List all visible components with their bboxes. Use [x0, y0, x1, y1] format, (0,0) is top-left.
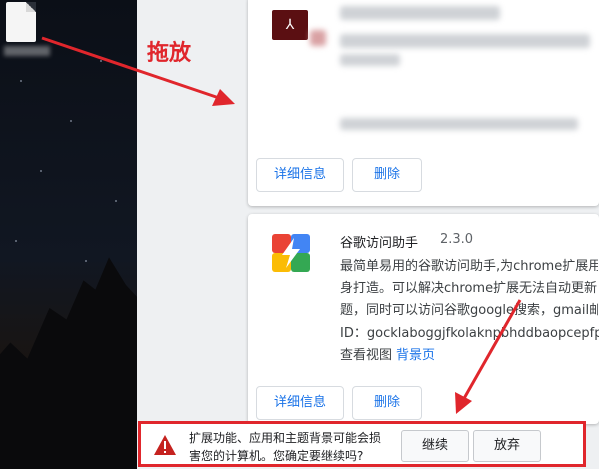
- continue-button[interactable]: 继续: [401, 430, 469, 462]
- warning-message: 扩展功能、应用和主题背景可能会损 害您的计算机。您确定要继续吗?: [189, 429, 389, 465]
- annotation-arrows: [41, 36, 522, 414]
- extension-warning-bar: 扩展功能、应用和主题背景可能会损 害您的计算机。您确定要继续吗? 继续 放弃: [138, 421, 586, 467]
- discard-button[interactable]: 放弃: [473, 430, 541, 462]
- warning-line: 害您的计算机。您确定要继续吗?: [189, 449, 364, 463]
- arrow-head-icon: [455, 392, 472, 414]
- warning-icon: [154, 435, 176, 455]
- warning-line: 扩展功能、应用和主题背景可能会损: [189, 431, 382, 445]
